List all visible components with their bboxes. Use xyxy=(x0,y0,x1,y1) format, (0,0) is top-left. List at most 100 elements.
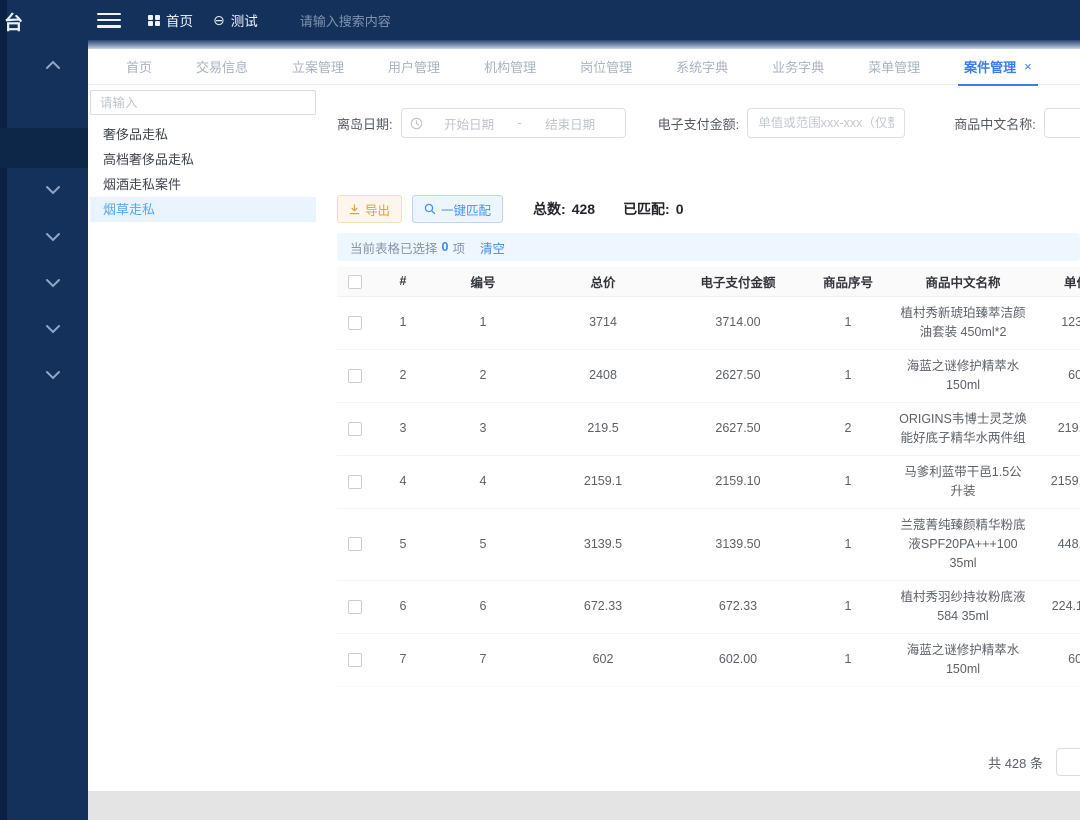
nav-test-label: 测试 xyxy=(231,10,258,30)
chevron-down-icon[interactable] xyxy=(45,324,61,334)
nav-home[interactable]: 首页 xyxy=(148,10,193,30)
table-body: 1137143714.001植村秀新琥珀臻萃洁颜油套装 450ml*212382… xyxy=(337,296,1080,701)
column-header: 单价 xyxy=(1033,267,1080,296)
tab-label: 交易信息 xyxy=(196,57,248,76)
tab-8[interactable]: 业务字典 xyxy=(750,49,846,85)
tab-3[interactable]: 立案管理 xyxy=(270,49,366,85)
cell-unit: 2159.1 xyxy=(1033,455,1080,508)
cell-code: 2 xyxy=(433,349,533,402)
tab-5[interactable]: 机构管理 xyxy=(462,49,558,85)
row-checkbox[interactable] xyxy=(348,422,362,436)
cell-index: 8 xyxy=(373,686,433,701)
cell-seq: 1 xyxy=(803,349,893,402)
export-button[interactable]: 导出 xyxy=(337,195,402,223)
date-range-picker[interactable]: 开始日期 - 结束日期 xyxy=(401,108,626,138)
row-checkbox-cell xyxy=(337,686,373,701)
cell-epay: 2627.50 xyxy=(673,349,803,402)
table-row: 881233.571233.571卡诗菁纯亮泽经典香氛123.36 xyxy=(337,686,1080,701)
table-footer: 共 428 条 xyxy=(988,748,1080,776)
category-item-3[interactable]: 烟酒走私案件 xyxy=(90,172,316,197)
date-filter-label: 离岛日期: xyxy=(337,114,393,133)
row-checkbox[interactable] xyxy=(348,653,362,667)
tab-label: 菜单管理 xyxy=(868,57,920,76)
tab-1[interactable]: 首页 xyxy=(104,49,174,85)
column-header: 编号 xyxy=(433,267,533,296)
cell-name: 海蓝之谜修护精萃水 150ml xyxy=(893,633,1033,686)
menu-icon[interactable] xyxy=(97,13,121,28)
table-row: 2224082627.501海蓝之谜修护精萃水 150ml602 xyxy=(337,349,1080,402)
row-checkbox-cell xyxy=(337,633,373,686)
nav-home-label: 首页 xyxy=(166,10,193,30)
row-checkbox[interactable] xyxy=(348,369,362,383)
cell-seq: 2 xyxy=(803,402,893,455)
cell-code: 4 xyxy=(433,455,533,508)
row-checkbox[interactable] xyxy=(348,537,362,551)
date-start-placeholder[interactable]: 开始日期 xyxy=(423,114,516,133)
category-item-4[interactable]: 烟草走私 xyxy=(90,197,316,222)
product-name-filter-label: 商品中文名称: xyxy=(954,114,1036,133)
cell-unit: 219.5 xyxy=(1033,402,1080,455)
tab-label: 机构管理 xyxy=(484,57,536,76)
date-end-placeholder[interactable]: 结束日期 xyxy=(524,114,617,133)
tab-4[interactable]: 用户管理 xyxy=(366,49,462,85)
tab-9[interactable]: 菜单管理 xyxy=(846,49,942,85)
cell-total: 1233.57 xyxy=(533,686,673,701)
one-click-match-button[interactable]: 一键匹配 xyxy=(412,195,503,223)
cell-code: 7 xyxy=(433,633,533,686)
cell-index: 1 xyxy=(373,296,433,349)
cell-index: 7 xyxy=(373,633,433,686)
chevron-up-icon[interactable] xyxy=(45,60,61,70)
pagination-control[interactable] xyxy=(1056,748,1080,776)
clock-icon xyxy=(410,117,423,130)
category-item-1[interactable]: 奢侈品走私 xyxy=(90,122,316,147)
tab-bar: 首页 交易信息 立案管理 用户管理 机构管理 岗位管理系统字典业务字典 菜单管理 案件管理 × xyxy=(88,49,1080,85)
chevron-down-icon[interactable] xyxy=(45,278,61,288)
topbar: 首页 ⊖ 测试 请输入搜索内容 xyxy=(88,0,1080,40)
data-table: #编号总价电子支付金额商品序号商品中文名称单价 1137143714.001植村… xyxy=(337,267,1080,701)
amount-filter-input[interactable] xyxy=(747,108,905,138)
category-item-2[interactable]: 高档奢侈品走私 xyxy=(90,147,316,172)
chevron-down-icon[interactable] xyxy=(45,185,61,195)
close-icon[interactable]: × xyxy=(1024,59,1032,74)
cell-name: 植村秀新琥珀臻萃洁颜油套装 450ml*2 xyxy=(893,296,1033,349)
cell-epay: 1233.57 xyxy=(673,686,803,701)
column-header: 商品序号 xyxy=(803,267,893,296)
tab-10[interactable]: 案件管理 × xyxy=(942,49,1054,85)
cell-total: 3714 xyxy=(533,296,673,349)
category-list: 奢侈品走私高档奢侈品走私烟酒走私案件烟草走私 xyxy=(90,122,316,222)
row-checkbox[interactable] xyxy=(348,696,362,701)
cell-index: 3 xyxy=(373,402,433,455)
cell-code: 1 xyxy=(433,296,533,349)
tab-label: 案件管理 xyxy=(964,57,1016,76)
cell-name: 卡诗菁纯亮泽经典香氛 xyxy=(893,686,1033,701)
row-checkbox[interactable] xyxy=(348,475,362,489)
clear-selection-link[interactable]: 清空 xyxy=(480,238,505,257)
minus-circle-icon: ⊖ xyxy=(213,13,225,27)
tab-label: 立案管理 xyxy=(292,57,344,76)
nav-test[interactable]: ⊖ 测试 xyxy=(213,10,258,30)
amount-filter-label: 电子支付金额: xyxy=(658,114,740,133)
sidebar-active-item[interactable] xyxy=(0,128,88,168)
chevron-down-icon[interactable] xyxy=(45,370,61,380)
cell-name: 海蓝之谜修护精萃水 150ml xyxy=(893,349,1033,402)
tab-2[interactable]: 交易信息 xyxy=(174,49,270,85)
tab-6[interactable]: 岗位管理 xyxy=(558,49,654,85)
select-all-checkbox[interactable] xyxy=(348,275,362,289)
row-checkbox[interactable] xyxy=(348,600,362,614)
row-checkbox-cell xyxy=(337,455,373,508)
chevron-down-icon[interactable] xyxy=(45,232,61,242)
table-row: 33219.52627.502ORIGINS韦博士灵芝焕能好底子精华水两件组21… xyxy=(337,402,1080,455)
tab-7[interactable]: 系统字典 xyxy=(654,49,750,85)
row-checkbox-cell xyxy=(337,402,373,455)
search-icon xyxy=(424,203,436,215)
cell-name: ORIGINS韦博士灵芝焕能好底子精华水两件组 xyxy=(893,402,1033,455)
cell-code: 8 xyxy=(433,686,533,701)
cell-name: 植村秀羽纱持妆粉底液 584 35ml xyxy=(893,580,1033,633)
product-name-filter-input[interactable] xyxy=(1044,108,1080,138)
cell-epay: 672.33 xyxy=(673,580,803,633)
global-search-input[interactable]: 请输入搜索内容 xyxy=(300,11,391,30)
row-checkbox[interactable] xyxy=(348,316,362,330)
category-search-input[interactable] xyxy=(90,90,316,115)
column-header: 电子支付金额 xyxy=(673,267,803,296)
match-stats: 总数: 428 已匹配: 0 xyxy=(533,199,690,219)
